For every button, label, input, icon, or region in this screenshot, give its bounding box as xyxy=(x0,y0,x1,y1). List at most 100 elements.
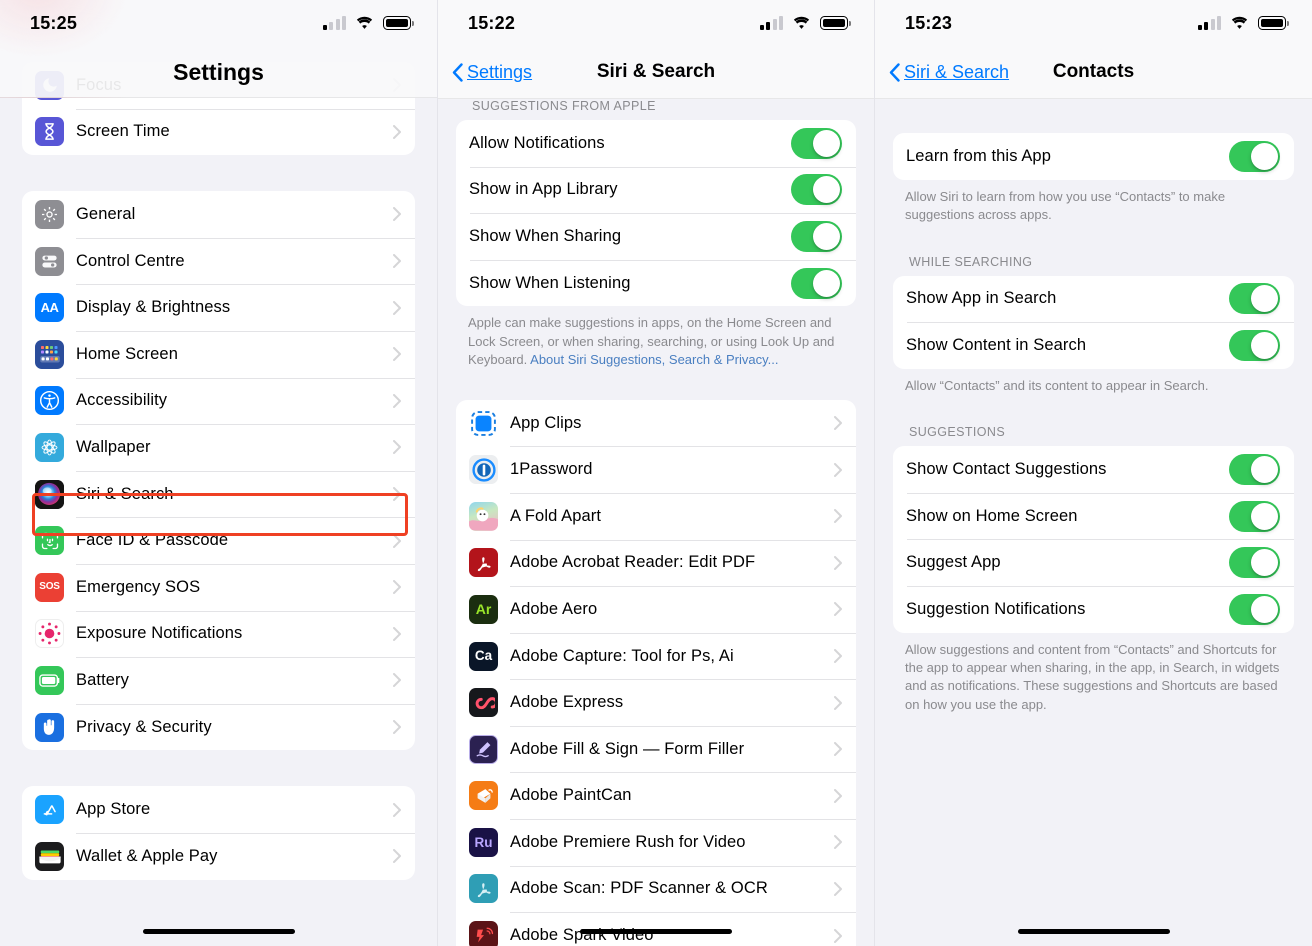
face-id-icon xyxy=(35,526,64,556)
screen-siri-and-search: SUGGESTIONS FROM APPLE Allow Notificatio… xyxy=(437,0,874,946)
settings-scroll-area[interactable]: Focus Screen Time xyxy=(0,0,437,946)
sidebar-item-app-store[interactable]: App Store xyxy=(22,786,415,833)
chevron-right-icon xyxy=(393,487,401,502)
chevron-right-icon xyxy=(393,580,401,595)
show-content-in-search-toggle[interactable] xyxy=(1229,329,1280,361)
settings-group-system: General Control Centre AA Display & Brig… xyxy=(22,191,415,751)
back-button[interactable]: Settings xyxy=(452,62,532,83)
sidebar-item-label: Wallpaper xyxy=(76,437,151,456)
list-item[interactable]: Adobe Express xyxy=(456,679,856,726)
control-centre-icon xyxy=(35,246,64,276)
adobe-express-icon xyxy=(469,688,498,718)
list-item[interactable]: Ru Adobe Premiere Rush for Video xyxy=(456,819,856,866)
list-item-label: 1Password xyxy=(510,460,593,479)
wallet-icon xyxy=(35,841,64,871)
general-icon xyxy=(35,199,64,229)
list-item[interactable]: 1Password xyxy=(456,446,856,493)
sidebar-item-display-brightness[interactable]: AA Display & Brightness xyxy=(22,284,415,331)
privacy-link[interactable]: About Siri Suggestions, Search & Privacy… xyxy=(530,352,778,367)
screen-contacts-siri-settings: Learn from this App Allow Siri to learn … xyxy=(874,0,1312,946)
sidebar-item-face-id-passcode[interactable]: Face ID & Passcode xyxy=(22,517,415,564)
chevron-left-icon xyxy=(452,62,463,82)
sidebar-item-label: Privacy & Security xyxy=(76,717,212,736)
list-item[interactable]: Adobe Acrobat Reader: Edit PDF xyxy=(456,539,856,587)
section-header-suggestions-from-apple: SUGGESTIONS FROM APPLE xyxy=(472,99,656,113)
back-button-label: Siri & Search xyxy=(904,61,1010,82)
app-store-icon xyxy=(35,795,64,825)
chevron-right-icon xyxy=(834,649,842,663)
list-item-label: Adobe PaintCan xyxy=(510,786,632,805)
learn-from-app-footer: Allow Siri to learn from how you use “Co… xyxy=(905,188,1226,223)
sidebar-item-siri-search[interactable]: Siri & Search xyxy=(22,470,415,518)
suggestion-notifications-toggle[interactable] xyxy=(1229,593,1280,625)
sidebar-item-exposure-notifications[interactable]: Exposure Notifications xyxy=(22,610,415,658)
chevron-right-icon xyxy=(393,393,401,408)
show-contact-suggestions-toggle[interactable] xyxy=(1229,453,1280,485)
chevron-right-icon xyxy=(393,802,401,817)
chevron-right-icon xyxy=(393,254,401,269)
list-item[interactable]: Adobe Fill & Sign — Form Filler xyxy=(456,725,856,773)
toggle-row-show-contact-suggestions[interactable]: Show Contact Suggestions xyxy=(893,446,1294,493)
adobe-paintcan-icon xyxy=(469,781,498,811)
list-item[interactable]: A Fold Apart xyxy=(456,492,856,540)
cellular-signal-icon xyxy=(1197,15,1221,30)
sidebar-item-screen-time[interactable]: Screen Time xyxy=(22,108,415,156)
show-on-home-screen-toggle[interactable] xyxy=(1229,500,1280,532)
cellular-signal-icon xyxy=(759,15,783,30)
chevron-right-icon xyxy=(393,849,401,864)
sidebar-item-emergency-sos[interactable]: SOS Emergency SOS xyxy=(22,563,415,611)
list-item[interactable]: Adobe PaintCan xyxy=(456,772,856,819)
sidebar-item-home-screen[interactable]: Home Screen xyxy=(22,330,415,378)
chevron-right-icon xyxy=(393,720,401,735)
list-item-label: Adobe Fill & Sign — Form Filler xyxy=(510,739,745,758)
app-clips-icon xyxy=(469,408,498,438)
allow-notifications-toggle[interactable] xyxy=(791,127,842,159)
back-button[interactable]: Siri & Search xyxy=(889,62,1009,83)
sidebar-item-battery[interactable]: Battery xyxy=(22,657,415,704)
toggle-row-show-content-in-search[interactable]: Show Content in Search xyxy=(893,322,1294,369)
display-brightness-icon: AA xyxy=(35,293,64,323)
toggle-row-show-when-listening[interactable]: Show When Listening xyxy=(456,259,856,307)
show-when-sharing-toggle[interactable] xyxy=(791,220,842,252)
learn-from-this-app-toggle[interactable] xyxy=(1229,140,1280,172)
chevron-right-icon xyxy=(834,835,842,850)
toggle-row-suggest-app[interactable]: Suggest App xyxy=(893,539,1294,586)
chevron-right-icon xyxy=(393,533,401,548)
contacts-scroll-area[interactable]: Learn from this App Allow Siri to learn … xyxy=(875,0,1312,946)
sidebar-item-wallet-apple-pay[interactable]: Wallet & Apple Pay xyxy=(22,832,415,880)
nav-bar: Settings Siri & Search xyxy=(438,46,874,98)
sidebar-item-label: Home Screen xyxy=(76,344,178,363)
sidebar-item-label: Emergency SOS xyxy=(76,577,201,596)
toggle-row-show-when-sharing[interactable]: Show When Sharing xyxy=(456,213,856,260)
toggle-label: Learn from this App xyxy=(906,146,1051,165)
sidebar-item-wallpaper[interactable]: Wallpaper xyxy=(22,424,415,471)
toggle-row-suggestion-notifications[interactable]: Suggestion Notifications xyxy=(893,585,1294,633)
siri-search-scroll-area[interactable]: SUGGESTIONS FROM APPLE Allow Notificatio… xyxy=(438,0,874,946)
show-when-listening-toggle[interactable] xyxy=(791,267,842,299)
toggle-row-show-app-in-search[interactable]: Show App in Search xyxy=(893,276,1294,323)
toggle-row-allow-notifications[interactable]: Allow Notifications xyxy=(456,120,856,167)
toggle-row-learn-from-this-app[interactable]: Learn from this App xyxy=(893,133,1294,180)
sidebar-item-general[interactable]: General xyxy=(22,191,415,238)
show-app-in-search-toggle[interactable] xyxy=(1229,283,1280,315)
list-item[interactable]: Adobe Scan: PDF Scanner & OCR xyxy=(456,865,856,913)
suggest-app-toggle[interactable] xyxy=(1229,547,1280,579)
sidebar-item-privacy-security[interactable]: Privacy & Security xyxy=(22,703,415,751)
status-time: 15:22 xyxy=(468,12,516,33)
toggle-label: Show in App Library xyxy=(469,180,618,199)
sidebar-item-accessibility[interactable]: Accessibility xyxy=(22,377,415,425)
sidebar-item-label: Accessibility xyxy=(76,391,168,410)
list-item[interactable]: App Clips xyxy=(456,400,856,447)
toggle-row-show-on-home-screen[interactable]: Show on Home Screen xyxy=(893,492,1294,540)
chevron-left-icon xyxy=(889,62,900,82)
toggle-row-show-in-app-library[interactable]: Show in App Library xyxy=(456,166,856,214)
a-fold-apart-icon xyxy=(469,501,498,531)
list-item-label: Adobe Scan: PDF Scanner & OCR xyxy=(510,879,768,898)
sidebar-item-control-centre[interactable]: Control Centre xyxy=(22,237,415,285)
list-item[interactable]: Ar Adobe Aero xyxy=(456,586,856,633)
status-bar: 15:23 xyxy=(875,0,1312,46)
status-bar: 15:25 xyxy=(0,0,437,46)
list-item[interactable]: Ca Adobe Capture: Tool for Ps, Ai xyxy=(456,632,856,680)
chevron-right-icon xyxy=(393,440,401,455)
show-in-app-library-toggle[interactable] xyxy=(791,174,842,206)
